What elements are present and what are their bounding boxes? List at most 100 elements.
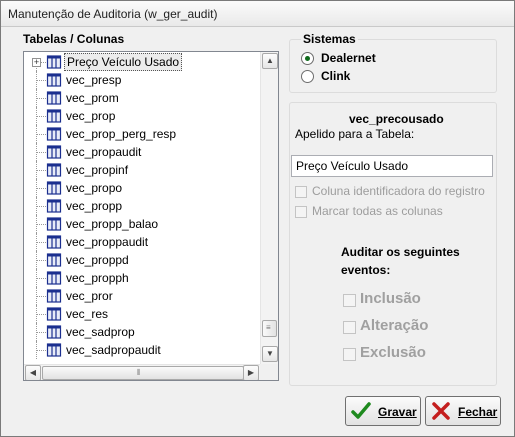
grip-icon: ⦀ (137, 368, 141, 377)
save-button[interactable]: Gravar (345, 396, 421, 426)
red-x-icon (432, 402, 450, 420)
tree-item-label: vec_presp (66, 73, 122, 87)
event-exclusao-label: Exclusão (360, 344, 426, 361)
checkbox-icon[interactable] (295, 206, 307, 218)
tree-rows: + Preço Veículo Usado vec_presp vec_promvec… (24, 52, 260, 364)
database-table-icon (46, 252, 62, 268)
database-table-icon (46, 90, 62, 106)
scroll-left-arrow-icon[interactable]: ◀ (25, 365, 41, 380)
sistemas-groupbox (289, 39, 497, 93)
window-client-area: Tabelas / Colunas + Preço Veículo Usado ve… (5, 27, 510, 432)
horizontal-scroll-thumb[interactable]: ⦀ (42, 366, 244, 380)
scroll-down-arrow-icon[interactable]: ▼ (262, 346, 278, 362)
tree-item-label: vec_propaudit (66, 145, 142, 159)
tree-connector-line (36, 116, 46, 117)
tree-item[interactable]: vec_sadprop (24, 323, 260, 341)
database-table-icon (46, 108, 62, 124)
title-bar: Manutenção de Auditoria (w_ger_audit) (1, 1, 514, 27)
tree-item-label: vec_prop (66, 109, 116, 123)
tree-vertical-scrollbar[interactable]: ▲ ≡ ▼ (260, 52, 278, 364)
audit-events-label-line1: Auditar os seguintes (341, 245, 460, 259)
database-table-icon (46, 198, 62, 214)
window-title: Manutenção de Auditoria (w_ger_audit) (8, 7, 218, 21)
tree-item-label: vec_propp (66, 199, 123, 213)
close-button-label: Fechar (458, 405, 498, 419)
tree-connector-line (36, 296, 46, 297)
tree-item-label: vec_propinf (66, 163, 129, 177)
event-inclusao-label: Inclusão (360, 290, 421, 307)
tree-connector-line (36, 242, 46, 243)
tree-item-label: vec_proppaudit (66, 235, 149, 249)
tree-item-label: Preço Veículo Usado (64, 53, 183, 71)
tree-connector-line (36, 170, 46, 171)
save-button-label: Gravar (378, 405, 417, 419)
database-table-icon (46, 180, 62, 196)
tree-connector-line (36, 350, 46, 351)
tree-item[interactable]: vec_propinf (24, 161, 260, 179)
tree-connector-line (36, 332, 46, 333)
database-table-icon (46, 126, 62, 142)
tree-item-label: vec_res (66, 307, 109, 321)
tree-item[interactable]: vec_sadpropaudit (24, 341, 260, 359)
tree-horizontal-scrollbar[interactable]: ◀ ⦀ ▶ (24, 364, 260, 380)
tree-item[interactable]: vec_presp (24, 71, 260, 89)
database-table-icon (46, 270, 62, 286)
tree-item[interactable]: vec_propp_balao (24, 215, 260, 233)
expand-plus-icon[interactable]: + (32, 58, 41, 67)
mark-all-label: Marcar todas as colunas (312, 204, 443, 218)
tree-item[interactable]: vec_prop (24, 107, 260, 125)
database-table-icon (46, 54, 62, 70)
tree-connector-line (36, 188, 46, 189)
tree-connector-line (36, 206, 46, 207)
tree-connector-line (36, 134, 46, 135)
audit-window: Manutenção de Auditoria (w_ger_audit) Ta… (0, 0, 515, 437)
scroll-corner (260, 364, 278, 380)
id-column-label: Coluna identificadora do registro (312, 184, 485, 198)
radio-button-icon[interactable] (301, 52, 314, 65)
tree-item[interactable]: vec_proppaudit (24, 233, 260, 251)
scroll-right-arrow-icon[interactable]: ▶ (243, 365, 259, 380)
tree-item[interactable]: vec_propp (24, 197, 260, 215)
tree-connector-line (36, 260, 46, 261)
database-table-icon (46, 216, 62, 232)
tree-item[interactable]: vec_prop_perg_resp (24, 125, 260, 143)
tree-item[interactable]: vec_propaudit (24, 143, 260, 161)
tables-tree[interactable]: + Preço Veículo Usado vec_presp vec_promvec… (23, 51, 279, 381)
database-table-icon (46, 306, 62, 322)
tree-item-label: vec_sadprop (66, 325, 135, 339)
tree-item[interactable]: vec_propo (24, 179, 260, 197)
database-table-icon (46, 162, 62, 178)
checkbox-icon[interactable] (343, 294, 356, 307)
tree-item-label: vec_proppd (66, 253, 129, 267)
tree-connector-line (36, 224, 46, 225)
tree-item-label: vec_sadpropaudit (66, 343, 161, 357)
selected-table-name: vec_precousado (349, 112, 444, 126)
tree-connector-line (36, 278, 46, 279)
database-table-icon (46, 234, 62, 250)
tree-connector-line (36, 80, 46, 81)
tree-connector-line (36, 98, 46, 99)
tree-item[interactable]: vec_proppd (24, 251, 260, 269)
tree-item[interactable]: vec_propph (24, 269, 260, 287)
checkbox-icon[interactable] (343, 321, 356, 334)
tree-item[interactable]: + Preço Veículo Usado (24, 53, 260, 71)
radio-clink-label: Clink (321, 69, 351, 83)
tree-item-label: vec_prom (66, 91, 119, 105)
alias-input[interactable] (291, 155, 493, 177)
database-table-icon (46, 342, 62, 358)
radio-button-icon[interactable] (301, 70, 314, 83)
tables-group-label: Tabelas / Colunas (23, 32, 125, 46)
tree-item[interactable]: vec_res (24, 305, 260, 323)
tree-item-label: vec_prop_perg_resp (66, 127, 177, 141)
close-button[interactable]: Fechar (425, 396, 501, 426)
checkbox-icon[interactable] (343, 348, 356, 361)
tree-item-label: vec_propph (66, 271, 129, 285)
tree-item[interactable]: vec_pror (24, 287, 260, 305)
checkbox-icon[interactable] (295, 186, 307, 198)
scroll-up-arrow-icon[interactable]: ▲ (262, 53, 278, 69)
tree-item[interactable]: vec_prom (24, 89, 260, 107)
vertical-scroll-thumb[interactable]: ≡ (262, 320, 277, 337)
tree-item-label: vec_propo (66, 181, 123, 195)
grip-icon: ≡ (266, 323, 271, 332)
audit-events-label-line2: eventos: (341, 263, 391, 277)
